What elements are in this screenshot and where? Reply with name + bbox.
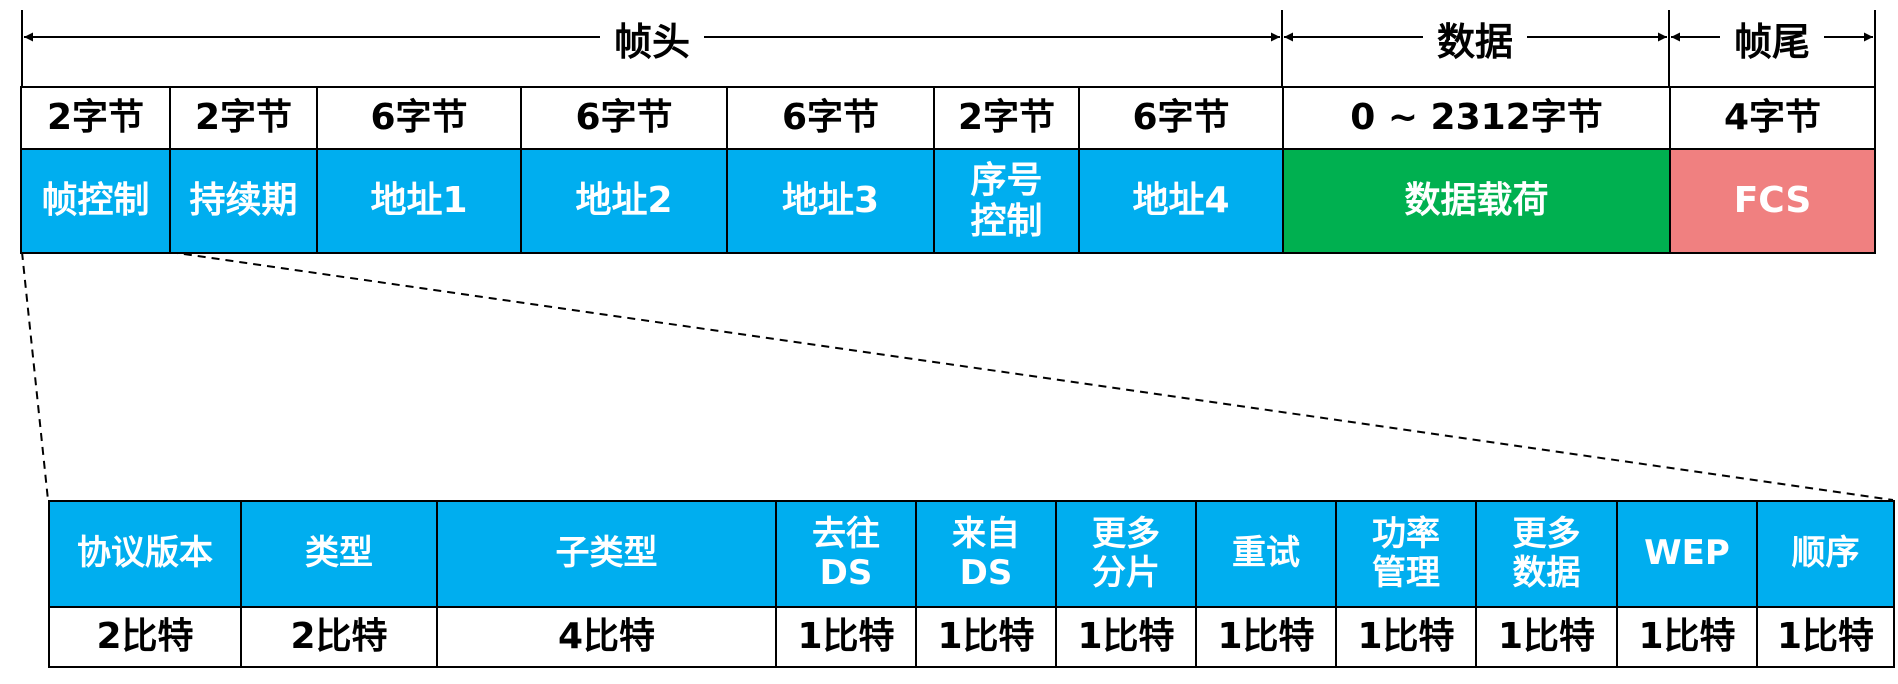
subfield-type: 类型 (240, 500, 438, 608)
subfield-more-fragments: 更多 分片 (1055, 500, 1197, 608)
bits-power-management: 1比特 (1335, 606, 1477, 668)
bits-more-fragments: 1比特 (1055, 606, 1197, 668)
section-label-data: 数据 (1422, 12, 1528, 64)
field-sequence-control: 序号 控制 (933, 148, 1080, 254)
top-size-address4: 6字节 (1078, 86, 1284, 150)
subfield-to-ds: 去往 DS (775, 500, 917, 608)
bits-order: 1比特 (1756, 606, 1895, 668)
subfield-from-ds: 来自 DS (915, 500, 1057, 608)
bits-type: 2比特 (240, 606, 438, 668)
field-duration: 持续期 (169, 148, 318, 254)
top-size-frame-control: 2字节 (20, 86, 171, 150)
top-size-data-payload: 0 ~ 2312字节 (1282, 86, 1671, 150)
expand-line-left (21, 251, 49, 501)
bits-more-data: 1比特 (1475, 606, 1618, 668)
subfield-retry: 重试 (1195, 500, 1337, 608)
top-size-address2: 6字节 (520, 86, 728, 150)
subfield-wep: WEP (1616, 500, 1758, 608)
field-address3: 地址3 (726, 148, 935, 254)
bits-to-ds: 1比特 (775, 606, 917, 668)
field-frame-control: 帧控制 (20, 148, 171, 254)
top-size-address3: 6字节 (726, 86, 935, 150)
subfield-subtype: 子类型 (436, 500, 777, 608)
subfield-protocol-version: 协议版本 (48, 500, 242, 608)
field-address2: 地址2 (520, 148, 728, 254)
bits-subtype: 4比特 (436, 606, 777, 668)
field-address4: 地址4 (1078, 148, 1284, 254)
subfield-order: 顺序 (1756, 500, 1895, 608)
field-address1: 地址1 (316, 148, 522, 254)
top-size-duration: 2字节 (169, 86, 318, 150)
bits-protocol-version: 2比特 (48, 606, 242, 668)
bits-wep: 1比特 (1616, 606, 1758, 668)
field-data-payload: 数据载荷 (1282, 148, 1671, 254)
field-fcs: FCS (1669, 148, 1876, 254)
top-size-fcs: 4字节 (1669, 86, 1876, 150)
bits-from-ds: 1比特 (915, 606, 1057, 668)
top-size-address1: 6字节 (316, 86, 522, 150)
section-label-trailer: 帧尾 (1719, 12, 1825, 64)
subfield-power-management: 功率 管理 (1335, 500, 1477, 608)
top-size-sequence-control: 2字节 (933, 86, 1080, 150)
section-label-header: 帧头 (599, 12, 705, 64)
subfield-more-data: 更多 数据 (1475, 500, 1618, 608)
bits-retry: 1比特 (1195, 606, 1337, 668)
expand-line-right (169, 251, 1894, 501)
